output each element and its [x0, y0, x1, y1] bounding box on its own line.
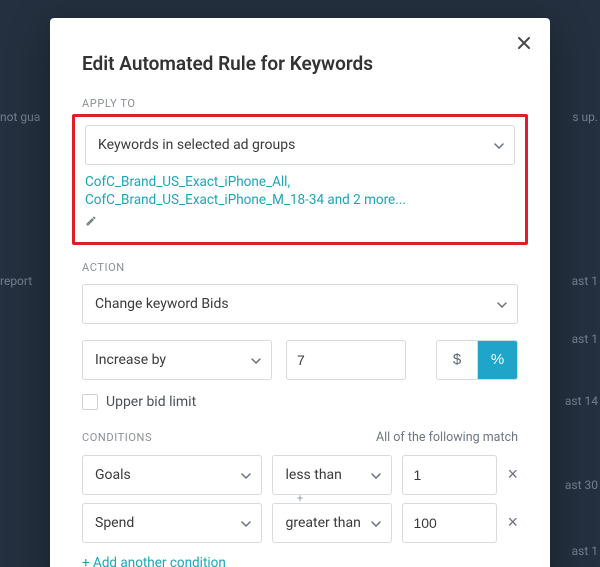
apply-to-selection-link[interactable]: CofC_Brand_US_Exact_iPhone_All, CofC_Bra… [85, 173, 515, 209]
close-icon [516, 31, 532, 56]
condition-attr-value: Goals [95, 467, 131, 483]
action-mode-value: Increase by [95, 352, 166, 368]
chevron-down-icon [241, 515, 251, 531]
apply-to-value: Keywords in selected ad groups [98, 137, 295, 153]
condition-row: Goals less than × [82, 455, 518, 495]
condition-row: Spend greater than × [82, 503, 518, 543]
add-condition-link[interactable]: + Add another condition [82, 555, 226, 567]
condition-attr-value: Spend [95, 515, 134, 531]
upper-bid-limit-checkbox[interactable] [82, 394, 98, 410]
condition-remove-button[interactable]: × [507, 464, 518, 485]
action-select[interactable]: Change keyword Bids [82, 284, 518, 324]
action-amount-input[interactable] [286, 340, 406, 380]
edit-rule-modal: Edit Automated Rule for Keywords APPLY T… [50, 18, 550, 567]
remove-icon: × [507, 512, 518, 532]
pencil-icon[interactable] [85, 215, 97, 231]
unit-toggle: $ % [436, 340, 518, 380]
condition-remove-button[interactable]: × [507, 512, 518, 533]
apply-to-highlight: Keywords in selected ad groups CofC_Bran… [72, 114, 528, 245]
unit-dollar-button[interactable]: $ [437, 341, 477, 379]
close-button[interactable] [512, 32, 536, 56]
condition-attr-select[interactable]: Spend [82, 503, 262, 543]
modal-title: Edit Automated Rule for Keywords [82, 52, 518, 75]
remove-icon: × [507, 464, 518, 484]
condition-op-value: greater than [285, 515, 360, 531]
action-value: Change keyword Bids [95, 296, 229, 312]
action-mode-select[interactable]: Increase by [82, 340, 272, 380]
conditions-hint: All of the following match [376, 430, 518, 445]
apply-to-label: APPLY TO [82, 97, 518, 110]
chevron-down-icon [371, 515, 381, 531]
chevron-down-icon [371, 467, 381, 483]
upper-bid-limit-label: Upper bid limit [106, 394, 196, 410]
conditions-label: CONDITIONS [82, 431, 152, 444]
chevron-down-icon [494, 137, 504, 153]
apply-to-selection[interactable]: CofC_Brand_US_Exact_iPhone_All, CofC_Bra… [85, 173, 515, 232]
chevron-down-icon [241, 467, 251, 483]
chevron-down-icon [497, 296, 507, 312]
upper-bid-limit-row[interactable]: Upper bid limit [82, 394, 518, 410]
chevron-down-icon [251, 352, 261, 368]
condition-attr-select[interactable]: Goals [82, 455, 262, 495]
action-amount-row: Increase by $ % [82, 340, 518, 380]
condition-value-input[interactable] [402, 503, 497, 543]
action-label: ACTION [82, 261, 518, 274]
condition-op-select[interactable]: less than [272, 455, 392, 495]
condition-op-select[interactable]: greater than [272, 503, 392, 543]
apply-to-select[interactable]: Keywords in selected ad groups [85, 125, 515, 165]
unit-percent-button[interactable]: % [477, 341, 517, 379]
condition-value-input[interactable] [402, 455, 497, 495]
condition-op-value: less than [285, 467, 341, 483]
